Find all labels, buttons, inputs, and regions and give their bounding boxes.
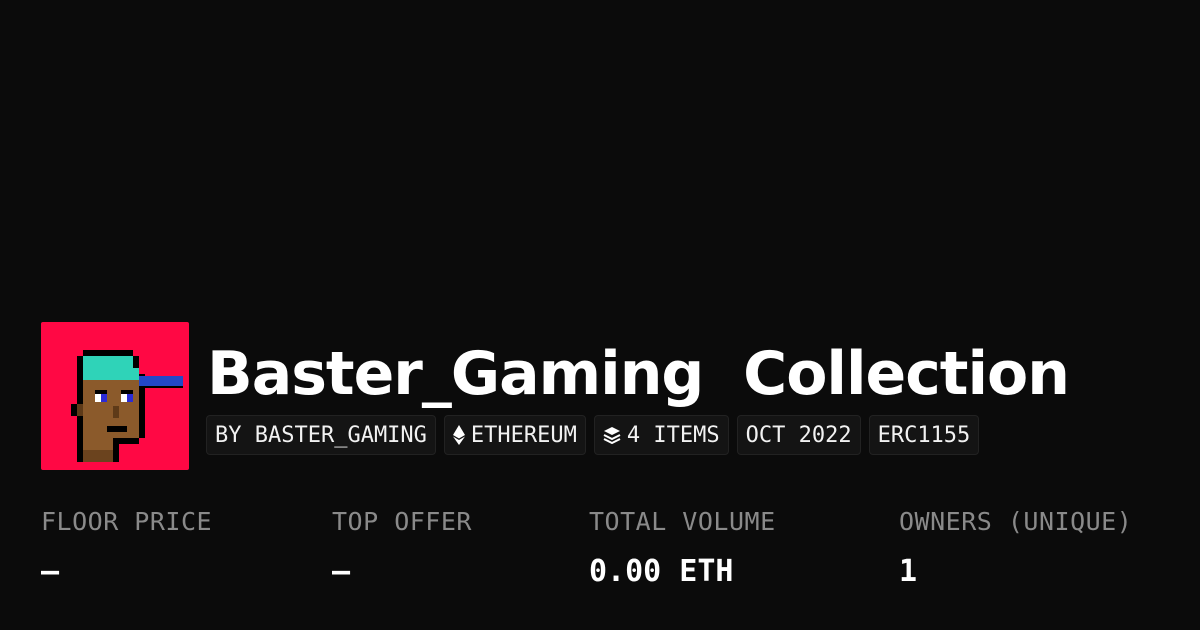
chain-label: ETHEREUM (470, 422, 577, 448)
collection-meta-pills: BY BASTER_GAMING ETHEREUM 4 ITEMS OCT 20… (206, 415, 980, 455)
creator-label: BY BASTER_GAMING (215, 422, 427, 448)
owners-stat: OWNERS (UNIQUE) 1 (899, 505, 1132, 590)
top-offer-stat: TOP OFFER — (332, 505, 472, 590)
top-offer-value: — (332, 554, 351, 589)
floor-price-stat: FLOOR PRICE — (41, 505, 212, 590)
top-offer-label: TOP OFFER (332, 507, 472, 536)
ethereum-icon (452, 425, 465, 445)
creator-pill[interactable]: BY BASTER_GAMING (206, 415, 436, 455)
floor-price-label: FLOOR PRICE (41, 507, 213, 536)
date-label: OCT 2022 (745, 422, 852, 448)
chain-pill[interactable]: ETHEREUM (443, 415, 586, 455)
floor-price-value: — (41, 554, 60, 589)
total-volume-label: TOTAL VOLUME (589, 507, 776, 536)
standard-label: ERC1155 (877, 422, 971, 448)
collection-title: Baster_Gaming Collection (207, 339, 1070, 409)
total-volume-stat: TOTAL VOLUME 0.00 ETH (589, 505, 776, 590)
items-label: 4 ITEMS (626, 422, 720, 448)
layers-icon (603, 427, 621, 444)
standard-pill: ERC1155 (868, 415, 980, 455)
pixel-punk-avatar-icon (71, 350, 183, 462)
total-volume-value: 0.00 ETH (589, 554, 734, 589)
owners-value: 1 (899, 554, 918, 589)
owners-label: OWNERS (UNIQUE) (899, 507, 1133, 536)
date-pill: OCT 2022 (736, 415, 861, 455)
items-pill[interactable]: 4 ITEMS (593, 415, 729, 455)
collection-avatar[interactable] (41, 322, 189, 470)
